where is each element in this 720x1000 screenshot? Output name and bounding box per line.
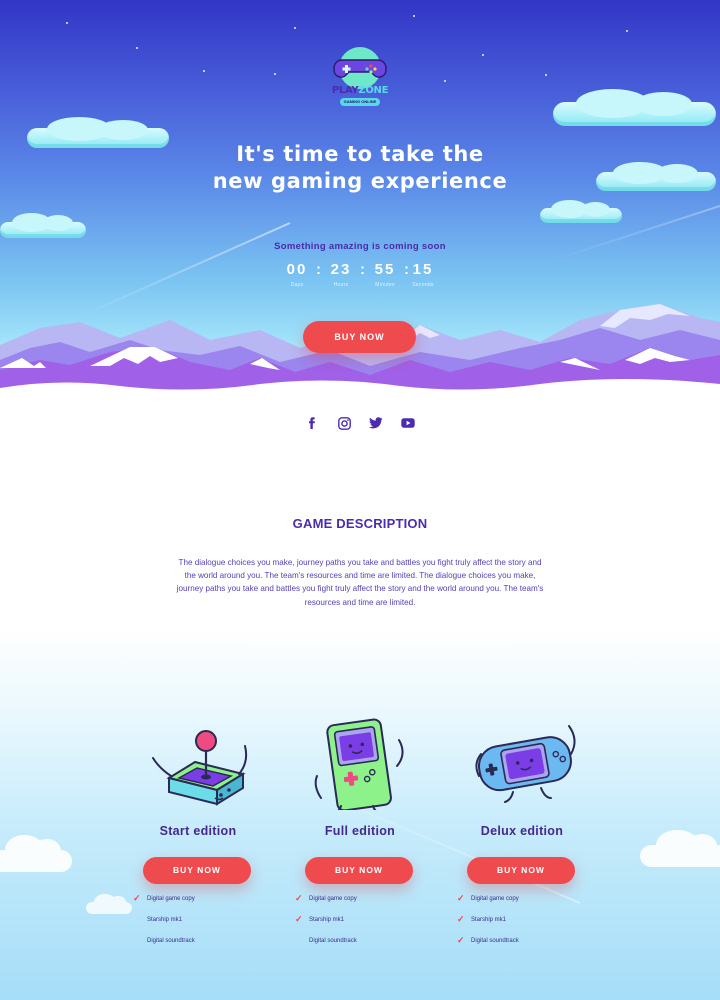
countdown-seconds: 15 Seconds [408,261,438,288]
facebook-icon[interactable] [303,414,321,432]
countdown-days-value: 00 [286,261,308,278]
star [482,54,484,56]
cloud [0,834,72,872]
feature-item: ✓ Starship mk1 [457,914,507,924]
feature-item: ✓ Digital game copy [457,893,519,903]
feature-list: ✓ Digital game copy Starship mk1 Digital … [131,894,271,957]
feature-item: ✓ Digital game copy [133,893,195,903]
edition-card-delux: Delux edition BUY NOW ✓ Digital game copy… [447,718,597,958]
countdown-days: 00 Days [282,261,312,288]
edition-buy-now-button[interactable]: BUY NOW [467,857,575,884]
cloud [0,213,86,238]
star [136,47,138,49]
star [626,30,628,32]
twitter-icon[interactable] [367,414,385,432]
countdown-hours-value: 23 [330,261,352,278]
edition-card-start: Start edition BUY NOW ✓ Digital game copy… [123,718,273,958]
feature-item: ✓ Digital soundtrack [457,935,519,945]
gamepad-icon [333,59,387,78]
handheld-console-icon [314,718,404,810]
edition-card-full: Full edition BUY NOW ✓ Digital game copy … [285,718,435,958]
youtube-icon[interactable] [399,414,417,432]
countdown-hours: 23 Hours [326,261,356,288]
arcade-joystick-icon [152,730,248,806]
hero-section: PLAYZONE GAMING ONLINE It's time to take… [0,0,720,400]
social-links [303,414,417,432]
portable-console-icon [475,725,576,803]
cloud [27,117,169,148]
countdown-hours-label: Hours [333,282,349,288]
star [274,73,276,75]
countdown-separator: : [360,261,365,278]
countdown-separator: : [316,261,321,278]
star [203,70,205,72]
check-icon: ✓ [457,893,465,903]
countdown-days-label: Days [290,282,304,288]
edition-buy-now-button[interactable]: BUY NOW [305,857,413,884]
star [444,80,446,82]
check-icon: ✓ [457,935,465,945]
edition-buy-now-button[interactable]: BUY NOW [143,857,251,884]
cloud [553,88,716,126]
star [413,15,415,17]
check-icon: ✓ [457,914,465,924]
description-body: The dialogue choices you make, journey p… [176,558,544,607]
brand-tagline: GAMING ONLINE [340,98,380,106]
check-icon: ✓ [133,893,141,903]
edition-name: Delux edition [480,824,564,838]
cloud [596,161,716,191]
hero-subhead: Something amazing is coming soon [274,241,446,252]
hero-buy-now-button[interactable]: BUY NOW [303,321,416,353]
countdown-minutes-label: Minutes [375,282,395,288]
cloud [640,829,720,867]
brand-wordmark: PLAYZONE [331,85,389,96]
feature-list: ✓ Digital game copy ✓ Starship mk1 Digital… [293,894,433,957]
description-title: GAME DESCRIPTION [292,516,428,531]
check-icon: ✓ [295,914,303,924]
feature-item: Starship mk1 [147,917,183,923]
edition-name: Full edition [324,824,396,838]
countdown-timer: 00 Days : 23 Hours : 55 Minutes : 15 Sec… [280,261,440,291]
countdown-seconds-label: Seconds [412,282,434,288]
cloud [540,199,622,223]
hero-headline: It's time to take the new gaming experie… [212,142,508,193]
countdown-seconds-value: 15 [412,261,434,278]
star [66,22,68,24]
check-icon: ✓ [295,893,303,903]
feature-item: ✓ Digital game copy [295,893,357,903]
star [294,27,296,29]
edition-name: Start edition [159,824,237,838]
brand-logo[interactable]: PLAYZONE GAMING ONLINE [330,47,390,109]
feature-item: ✓ Starship mk1 [295,914,345,924]
feature-item: Digital soundtrack [147,938,195,944]
instagram-icon[interactable] [335,414,353,432]
feature-list: ✓ Digital game copy ✓ Starship mk1 ✓ Digita… [455,894,595,957]
countdown-minutes-value: 55 [374,261,396,278]
star [545,74,547,76]
countdown-minutes: 55 Minutes [370,261,400,288]
feature-item: Digital soundtrack [309,938,357,944]
